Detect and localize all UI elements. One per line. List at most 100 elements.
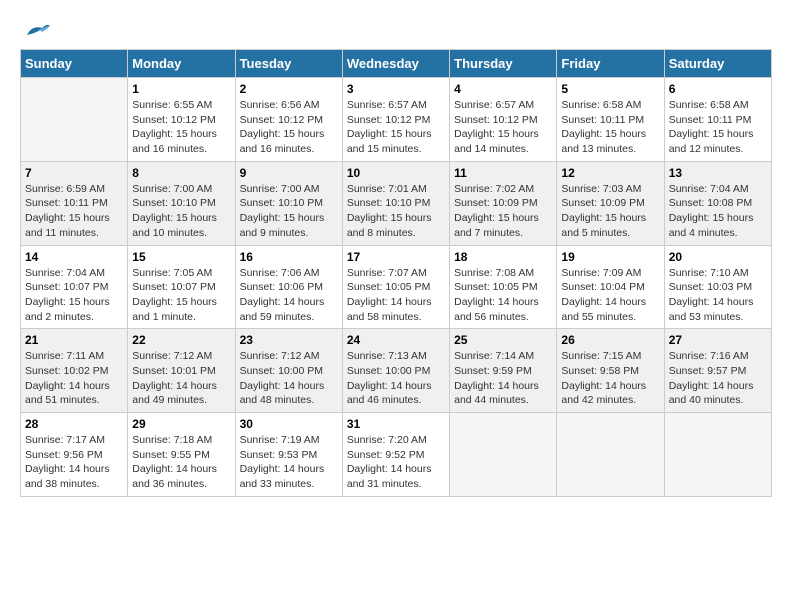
calendar-cell: 5 Sunrise: 6:58 AM Sunset: 10:11 PM Dayli… xyxy=(557,78,664,162)
logo-bird-icon xyxy=(22,20,52,40)
day-info: Sunrise: 7:04 AM Sunset: 10:08 PM Daylig… xyxy=(669,182,767,241)
day-info: Sunrise: 7:04 AM Sunset: 10:07 PM Daylig… xyxy=(25,266,123,325)
calendar-header-row: SundayMondayTuesdayWednesdayThursdayFrid… xyxy=(21,50,772,78)
column-header-wednesday: Wednesday xyxy=(342,50,449,78)
day-number: 30 xyxy=(240,417,338,431)
day-number: 8 xyxy=(132,166,230,180)
day-info: Sunrise: 6:59 AM Sunset: 10:11 PM Daylig… xyxy=(25,182,123,241)
day-number: 13 xyxy=(669,166,767,180)
day-info: Sunrise: 6:58 AM Sunset: 10:11 PM Daylig… xyxy=(669,98,767,157)
calendar-cell: 8 Sunrise: 7:00 AM Sunset: 10:10 PM Dayli… xyxy=(128,161,235,245)
column-header-tuesday: Tuesday xyxy=(235,50,342,78)
calendar-cell: 3Sunrise: 6:57 AM Sunset: 10:12 PM Dayli… xyxy=(342,78,449,162)
day-number: 1 xyxy=(132,82,230,96)
calendar-cell: 2 Sunrise: 6:56 AM Sunset: 10:12 PM Dayli… xyxy=(235,78,342,162)
day-info: Sunrise: 7:05 AM Sunset: 10:07 PM Daylig… xyxy=(132,266,230,325)
calendar-cell: 15 Sunrise: 7:05 AM Sunset: 10:07 PM Dayl… xyxy=(128,245,235,329)
calendar-cell xyxy=(21,78,128,162)
day-info: Sunrise: 7:11 AM Sunset: 10:02 PM Daylig… xyxy=(25,349,123,408)
calendar-cell: 13 Sunrise: 7:04 AM Sunset: 10:08 PM Dayl… xyxy=(664,161,771,245)
day-info: Sunrise: 7:13 AM Sunset: 10:00 PM Daylig… xyxy=(347,349,445,408)
day-number: 2 xyxy=(240,82,338,96)
day-number: 5 xyxy=(561,82,659,96)
day-number: 17 xyxy=(347,250,445,264)
calendar-cell: 19 Sunrise: 7:09 AM Sunset: 10:04 PM Dayl… xyxy=(557,245,664,329)
day-number: 22 xyxy=(132,333,230,347)
calendar-cell: 6 Sunrise: 6:58 AM Sunset: 10:11 PM Dayli… xyxy=(664,78,771,162)
day-number: 3 xyxy=(347,82,445,96)
day-number: 24 xyxy=(347,333,445,347)
calendar-week-2: 7 Sunrise: 6:59 AM Sunset: 10:11 PM Dayli… xyxy=(21,161,772,245)
day-info: Sunrise: 7:20 AM Sunset: 9:52 PM Dayligh… xyxy=(347,433,445,492)
calendar-cell: 18 Sunrise: 7:08 AM Sunset: 10:05 PM Dayl… xyxy=(450,245,557,329)
day-number: 15 xyxy=(132,250,230,264)
calendar-cell: 14 Sunrise: 7:04 AM Sunset: 10:07 PM Dayl… xyxy=(21,245,128,329)
day-number: 9 xyxy=(240,166,338,180)
day-info: Sunrise: 7:14 AM Sunset: 9:59 PM Dayligh… xyxy=(454,349,552,408)
calendar-cell xyxy=(557,413,664,497)
day-info: Sunrise: 7:08 AM Sunset: 10:05 PM Daylig… xyxy=(454,266,552,325)
day-info: Sunrise: 7:19 AM Sunset: 9:53 PM Dayligh… xyxy=(240,433,338,492)
day-info: Sunrise: 7:07 AM Sunset: 10:05 PM Daylig… xyxy=(347,266,445,325)
day-number: 19 xyxy=(561,250,659,264)
column-header-thursday: Thursday xyxy=(450,50,557,78)
day-info: Sunrise: 6:57 AM Sunset: 10:12 PM Daylig… xyxy=(454,98,552,157)
day-info: Sunrise: 7:02 AM Sunset: 10:09 PM Daylig… xyxy=(454,182,552,241)
day-number: 27 xyxy=(669,333,767,347)
day-info: Sunrise: 7:10 AM Sunset: 10:03 PM Daylig… xyxy=(669,266,767,325)
day-info: Sunrise: 7:03 AM Sunset: 10:09 PM Daylig… xyxy=(561,182,659,241)
calendar-cell: 9Sunrise: 7:00 AM Sunset: 10:10 PM Dayli… xyxy=(235,161,342,245)
day-number: 25 xyxy=(454,333,552,347)
calendar-cell: 21 Sunrise: 7:11 AM Sunset: 10:02 PM Dayl… xyxy=(21,329,128,413)
calendar-cell xyxy=(664,413,771,497)
day-info: Sunrise: 7:17 AM Sunset: 9:56 PM Dayligh… xyxy=(25,433,123,492)
column-header-friday: Friday xyxy=(557,50,664,78)
day-number: 12 xyxy=(561,166,659,180)
day-info: Sunrise: 7:12 AM Sunset: 10:01 PM Daylig… xyxy=(132,349,230,408)
calendar-cell: 31Sunrise: 7:20 AM Sunset: 9:52 PM Dayli… xyxy=(342,413,449,497)
calendar-cell: 25 Sunrise: 7:14 AM Sunset: 9:59 PM Dayli… xyxy=(450,329,557,413)
calendar-cell xyxy=(450,413,557,497)
column-header-monday: Monday xyxy=(128,50,235,78)
calendar-cell: 29 Sunrise: 7:18 AM Sunset: 9:55 PM Dayli… xyxy=(128,413,235,497)
day-number: 16 xyxy=(240,250,338,264)
calendar-cell: 26Sunrise: 7:15 AM Sunset: 9:58 PM Dayli… xyxy=(557,329,664,413)
day-info: Sunrise: 7:00 AM Sunset: 10:10 PM Daylig… xyxy=(132,182,230,241)
day-number: 28 xyxy=(25,417,123,431)
calendar-cell: 30 Sunrise: 7:19 AM Sunset: 9:53 PM Dayli… xyxy=(235,413,342,497)
logo xyxy=(20,20,52,45)
calendar-week-5: 28 Sunrise: 7:17 AM Sunset: 9:56 PM Dayli… xyxy=(21,413,772,497)
day-info: Sunrise: 6:55 AM Sunset: 10:12 PM Daylig… xyxy=(132,98,230,157)
calendar-table: SundayMondayTuesdayWednesdayThursdayFrid… xyxy=(20,49,772,497)
day-number: 4 xyxy=(454,82,552,96)
day-info: Sunrise: 7:18 AM Sunset: 9:55 PM Dayligh… xyxy=(132,433,230,492)
day-number: 29 xyxy=(132,417,230,431)
calendar-cell: 16 Sunrise: 7:06 AM Sunset: 10:06 PM Dayl… xyxy=(235,245,342,329)
day-number: 14 xyxy=(25,250,123,264)
day-info: Sunrise: 6:58 AM Sunset: 10:11 PM Daylig… xyxy=(561,98,659,157)
day-number: 23 xyxy=(240,333,338,347)
day-info: Sunrise: 7:16 AM Sunset: 9:57 PM Dayligh… xyxy=(669,349,767,408)
calendar-cell: 17 Sunrise: 7:07 AM Sunset: 10:05 PM Dayl… xyxy=(342,245,449,329)
day-number: 21 xyxy=(25,333,123,347)
day-number: 18 xyxy=(454,250,552,264)
calendar-cell: 4 Sunrise: 6:57 AM Sunset: 10:12 PM Dayli… xyxy=(450,78,557,162)
day-number: 7 xyxy=(25,166,123,180)
day-info: Sunrise: 7:12 AM Sunset: 10:00 PM Daylig… xyxy=(240,349,338,408)
calendar-week-1: 1 Sunrise: 6:55 AM Sunset: 10:12 PM Dayli… xyxy=(21,78,772,162)
calendar-cell: 22 Sunrise: 7:12 AM Sunset: 10:01 PM Dayl… xyxy=(128,329,235,413)
day-number: 26 xyxy=(561,333,659,347)
day-info: Sunrise: 7:09 AM Sunset: 10:04 PM Daylig… xyxy=(561,266,659,325)
calendar-cell: 1 Sunrise: 6:55 AM Sunset: 10:12 PM Dayli… xyxy=(128,78,235,162)
day-info: Sunrise: 6:56 AM Sunset: 10:12 PM Daylig… xyxy=(240,98,338,157)
calendar-week-3: 14 Sunrise: 7:04 AM Sunset: 10:07 PM Dayl… xyxy=(21,245,772,329)
day-info: Sunrise: 7:06 AM Sunset: 10:06 PM Daylig… xyxy=(240,266,338,325)
calendar-cell: 12 Sunrise: 7:03 AM Sunset: 10:09 PM Dayl… xyxy=(557,161,664,245)
calendar-week-4: 21 Sunrise: 7:11 AM Sunset: 10:02 PM Dayl… xyxy=(21,329,772,413)
calendar-cell: 11Sunrise: 7:02 AM Sunset: 10:09 PM Dayl… xyxy=(450,161,557,245)
column-header-saturday: Saturday xyxy=(664,50,771,78)
day-number: 6 xyxy=(669,82,767,96)
page-header xyxy=(20,20,772,45)
day-info: Sunrise: 7:01 AM Sunset: 10:10 PM Daylig… xyxy=(347,182,445,241)
day-number: 10 xyxy=(347,166,445,180)
